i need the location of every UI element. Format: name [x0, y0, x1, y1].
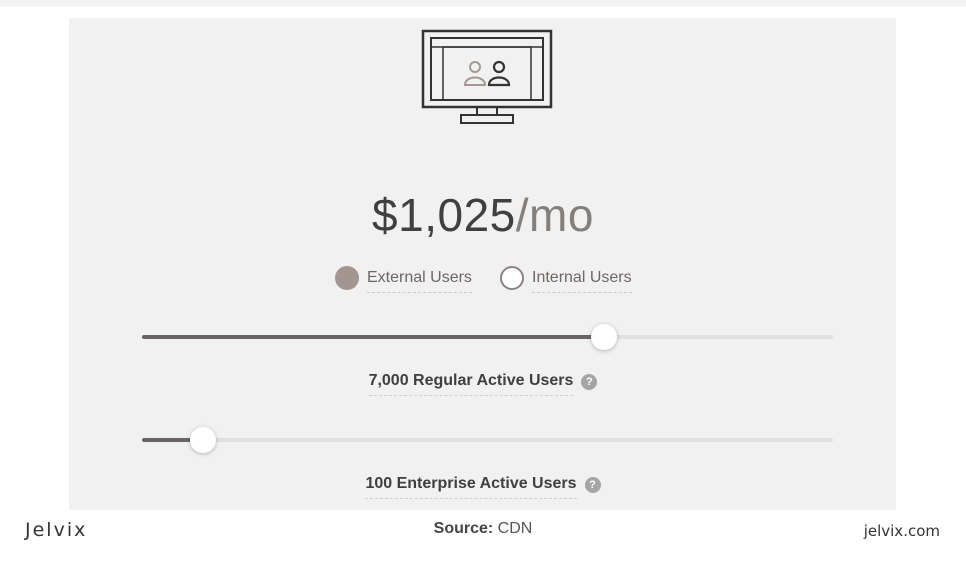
slider-thumb[interactable] [189, 427, 216, 453]
source-credit: Source: CDN [0, 520, 966, 538]
regular-users-label: 7,000 Regular Active Users [368, 370, 574, 396]
monitor-users-icon [421, 29, 553, 124]
radio-internal-label[interactable]: Internal Users [532, 268, 632, 293]
price-amount: $1,025 [372, 189, 516, 241]
source-label: Source: [433, 520, 494, 537]
radio-unselected-indicator[interactable] [500, 266, 524, 290]
enterprise-users-label: 100 Enterprise Active Users [365, 473, 577, 499]
monthly-price: $1,025/mo [0, 187, 966, 243]
regular-users-count: 7,000 Regular Active Users? [0, 370, 966, 396]
radio-external-users[interactable]: External Users [335, 266, 485, 293]
slider-fill [142, 335, 604, 339]
top-strip [0, 0, 966, 7]
source-value: CDN [497, 520, 533, 537]
user-solid-icon [487, 60, 511, 87]
slider-track[interactable] [142, 438, 833, 442]
slider-thumb[interactable] [590, 324, 617, 350]
radio-selected-indicator[interactable] [335, 266, 359, 290]
radio-external-label[interactable]: External Users [367, 268, 472, 293]
question-mark-icon[interactable]: ? [581, 373, 598, 390]
enterprise-users-count: 100 Enterprise Active Users? [0, 473, 966, 499]
enterprise-users-slider[interactable] [142, 427, 833, 453]
radio-internal-users[interactable]: Internal Users [500, 266, 646, 293]
user-outline-icon [463, 61, 487, 86]
question-mark-icon[interactable]: ? [584, 476, 601, 493]
site-url: jelvix.com [863, 522, 940, 540]
price-unit: /mo [515, 189, 594, 241]
regular-users-slider[interactable] [142, 324, 833, 350]
